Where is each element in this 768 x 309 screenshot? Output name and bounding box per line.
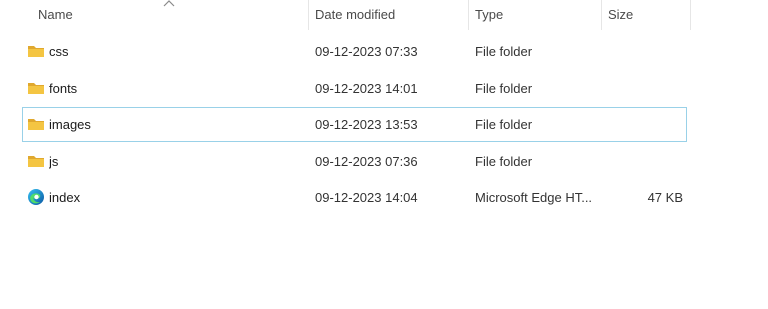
- file-explorer-list: Name Date modified Type Size css 09-12-2…: [0, 0, 768, 309]
- column-header-size[interactable]: Size: [601, 0, 691, 30]
- file-name: index: [49, 190, 81, 205]
- file-size: 47 KB: [647, 190, 683, 205]
- column-header-name-label: Name: [38, 7, 73, 22]
- file-date-modified: 09-12-2023 14:01: [315, 80, 418, 96]
- file-row-js[interactable]: js 09-12-2023 07:36 File folder: [22, 144, 687, 179]
- file-name: fonts: [49, 80, 78, 96]
- column-header-type-label: Type: [475, 7, 504, 22]
- file-list: css 09-12-2023 07:33 File folder fonts 0…: [22, 34, 687, 217]
- column-header-date-label: Date modified: [315, 7, 396, 22]
- column-header-row: Name Date modified Type Size: [23, 0, 691, 30]
- folder-icon: [27, 145, 45, 178]
- folder-icon: [27, 72, 45, 105]
- file-size: [603, 145, 683, 178]
- folder-icon: [27, 108, 45, 141]
- file-size: [603, 108, 683, 141]
- file-row-images[interactable]: images 09-12-2023 13:53 File folder: [22, 107, 687, 142]
- file-row-fonts[interactable]: fonts 09-12-2023 14:01 File folder: [22, 71, 687, 106]
- file-type: File folder: [475, 117, 533, 132]
- file-size: [603, 35, 683, 68]
- folder-icon: [27, 35, 45, 68]
- file-date-modified: 09-12-2023 07:33: [315, 44, 418, 59]
- column-header-date-modified[interactable]: Date modified: [308, 0, 468, 30]
- file-name: css: [49, 44, 69, 59]
- column-header-type[interactable]: Type: [468, 0, 601, 30]
- file-name: js: [49, 153, 59, 169]
- file-type: File folder: [475, 44, 533, 59]
- file-row-index[interactable]: index 09-12-2023 14:04 Microsoft Edge HT…: [22, 180, 687, 215]
- file-type: File folder: [475, 80, 533, 96]
- file-name: images: [49, 117, 91, 132]
- file-size: [603, 72, 683, 105]
- file-date-modified: 09-12-2023 14:04: [315, 190, 418, 205]
- edge-icon: [27, 181, 45, 214]
- file-date-modified: 09-12-2023 13:53: [315, 117, 418, 132]
- column-header-size-label: Size: [608, 7, 634, 22]
- file-type: Microsoft Edge HT...: [475, 190, 593, 205]
- sort-ascending-icon: [163, 0, 175, 7]
- file-type: File folder: [475, 153, 533, 169]
- file-row-css[interactable]: css 09-12-2023 07:33 File folder: [22, 34, 687, 69]
- file-date-modified: 09-12-2023 07:36: [315, 153, 418, 169]
- column-header-name[interactable]: Name: [23, 0, 308, 30]
